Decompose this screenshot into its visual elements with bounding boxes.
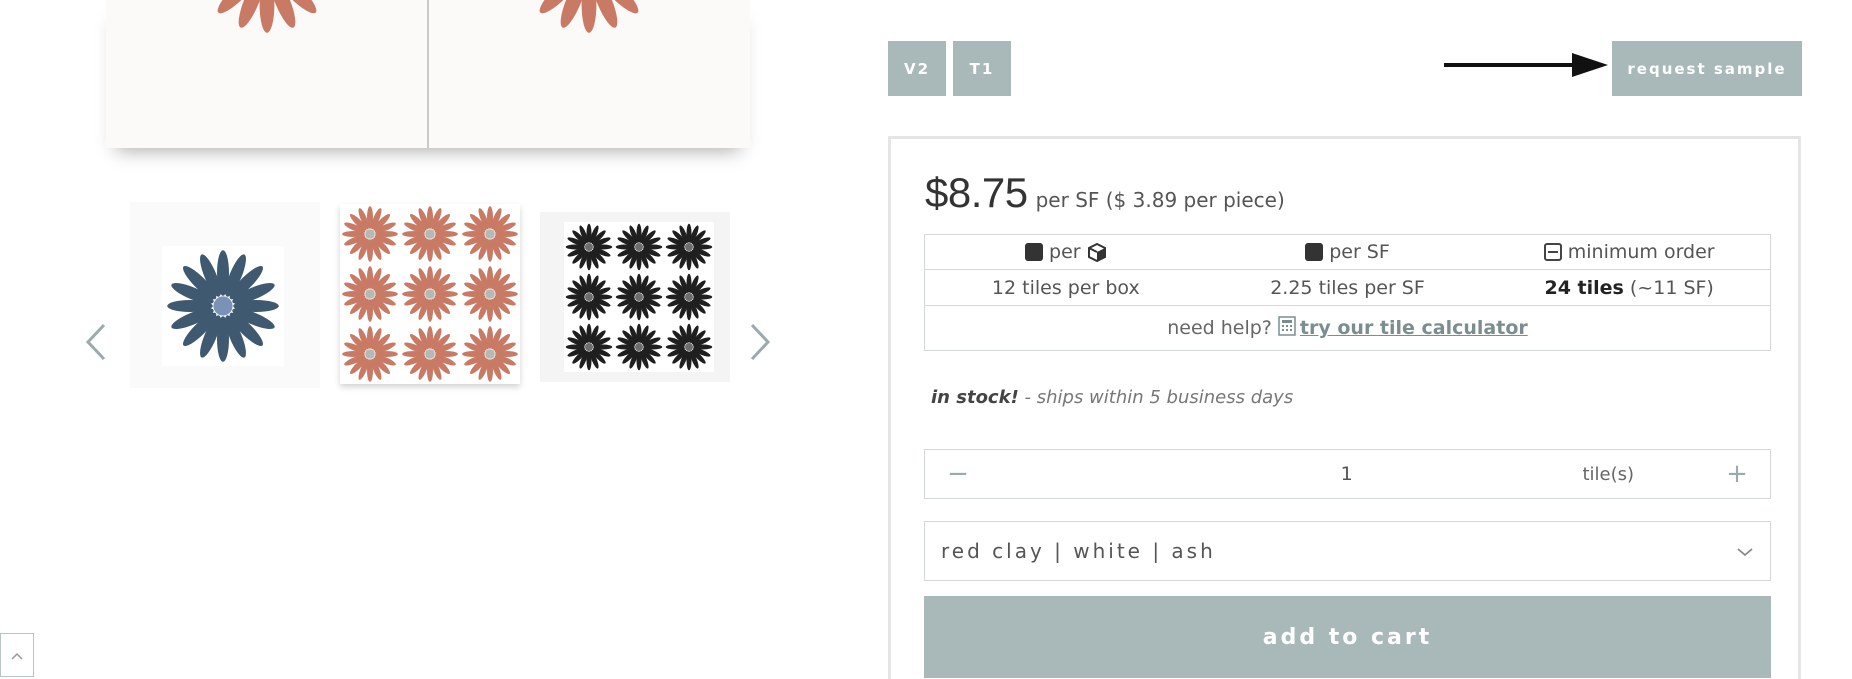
calculator-link-text[interactable]: try our tile calculator [1300,317,1528,339]
box-icon [1087,242,1107,262]
main-product-image[interactable] [106,0,750,148]
price-amount: $8.75 [925,169,1028,216]
spec-header-label: minimum order [1567,241,1715,263]
chevron-left-icon [84,322,108,366]
back-to-top-button[interactable] [0,633,34,677]
spec-header-per-sf: per SF [1207,241,1489,263]
chevron-down-icon [1736,539,1754,563]
gallery-prev-button[interactable] [78,318,114,370]
spec-value-per-box: 12 tiles per box [925,277,1207,299]
quantity-input[interactable] [971,463,1583,485]
chevron-right-icon [748,322,772,366]
chevron-up-icon [10,646,24,665]
spec-value-minimum-order: 24 tiles (~11 SF) [1488,277,1770,299]
square-icon [1305,243,1324,261]
spec-value-row: 12 tiles per box 2.25 tiles per SF 24 ti… [925,270,1770,305]
price-unit: per SF ($ 3.89 per piece) [1035,188,1285,212]
request-sample-button[interactable]: request sample [1612,41,1802,96]
spec-header-label: per [1049,241,1081,263]
spec-header-per-box: per [925,241,1207,263]
gallery-next-button[interactable] [742,318,778,370]
stock-status: in stock! - ships within 5 business days [931,387,1293,408]
spec-header-row: per per SF minimum order [925,235,1770,270]
stock-detail: - ships within 5 business days [1018,387,1294,408]
spec-value-text: 2.25 tiles per SF [1270,276,1425,299]
add-to-cart-button[interactable]: add to cart [924,596,1771,678]
price-row: $8.75 per SF ($ 3.89 per piece) [925,169,1285,217]
help-row: need help? try our tile calculator [924,305,1771,351]
quantity-stepper: − tile(s) + [924,449,1771,499]
tile-calculator-link[interactable]: try our tile calculator [1278,315,1528,341]
quantity-increment-button[interactable]: + [1724,459,1750,489]
spec-value-text: 12 tiles per box [991,276,1140,299]
blue-tile-thumbnail[interactable] [130,202,320,388]
stock-status-label: in stock! [931,387,1019,408]
arrow-icon [1440,50,1610,80]
square-icon [1025,243,1044,261]
quantity-unit: tile(s) [1582,463,1634,485]
minus-square-icon [1543,243,1562,261]
product-purchase-box: $8.75 per SF ($ 3.89 per piece) per per … [888,136,1801,679]
red-clay-tile-thumbnail[interactable] [340,204,520,384]
calculator-icon [1278,315,1296,341]
color-select-value: red clay | white | ash [941,539,1216,563]
spec-value-text: (~11 SF) [1623,276,1714,299]
color-select[interactable]: red clay | white | ash [924,521,1771,581]
help-prefix: need help? [1167,317,1272,339]
quantity-decrement-button[interactable]: − [945,459,971,489]
spec-table: per per SF minimum order 12 tiles per bo… [924,234,1771,306]
spec-value-per-sf: 2.25 tiles per SF [1207,277,1489,299]
black-tile-thumbnail[interactable] [540,212,730,382]
variant-t1-button[interactable]: T1 [953,41,1011,96]
spec-header-minimum-order: minimum order [1488,241,1770,263]
variant-v2-button[interactable]: V2 [888,41,946,96]
spec-header-label: per SF [1329,241,1390,263]
spec-value-bold: 24 tiles [1544,276,1624,299]
